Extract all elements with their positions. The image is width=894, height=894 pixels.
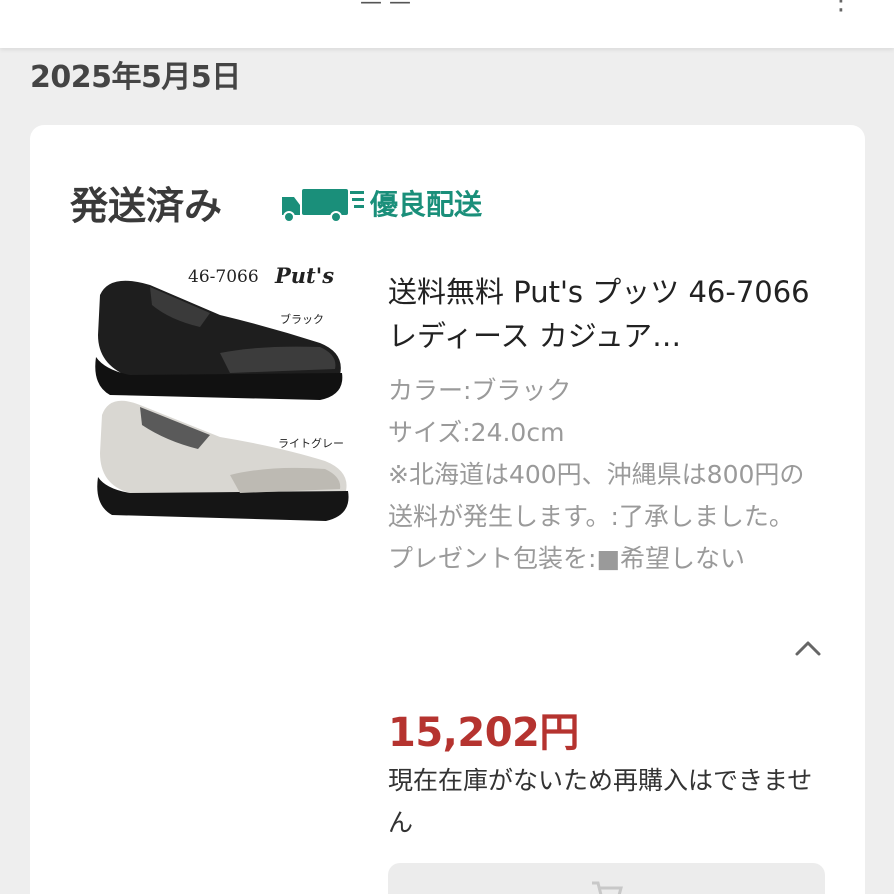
cart-icon (590, 879, 624, 894)
option-gift-wrap: プレゼント包装を:■希望しない (388, 544, 746, 573)
order-card: 発送済み 優良配送 46-7066 Put's ブラック ライトグレー 送料無料… (30, 125, 865, 894)
top-app-bar: — — ⋮ (0, 0, 894, 48)
product-price: 15,202円 (388, 710, 579, 756)
option-shipping-note: ※北海道は400円、沖縄県は800円の送料が発生します。:了承しました。 (388, 460, 805, 531)
delivery-badge: 優良配送 (280, 183, 482, 223)
image-color-black-label: ブラック (280, 313, 324, 326)
stock-note: 現在在庫がないため再購入はできません (388, 766, 813, 837)
top-bar-partial-text: — — (360, 0, 411, 15)
image-color-lightgray-label: ライトグレー (278, 437, 344, 450)
truck-icon (280, 183, 366, 223)
shipment-status: 発送済み (70, 184, 223, 228)
delivery-badge-label: 優良配送 (370, 188, 483, 221)
shoe-illustration (95, 280, 349, 521)
product-image[interactable]: 46-7066 Put's ブラック ライトグレー (70, 263, 360, 555)
option-size: サイズ:24.0cm (388, 418, 565, 447)
image-brand-label: Put's (275, 263, 335, 288)
order-date: 2025年5月5日 (30, 60, 241, 95)
product-options: カラー:ブラック サイズ:24.0cm ※北海道は400円、沖縄県は800円の送… (388, 370, 818, 580)
image-model-label: 46-7066 (188, 267, 259, 287)
product-title[interactable]: 送料無料 Put's プッツ 46-7066 レディース カジュア… (388, 270, 818, 358)
chevron-up-icon[interactable] (792, 633, 824, 665)
option-color: カラー:ブラック (388, 376, 572, 405)
product-info: 送料無料 Put's プッツ 46-7066 レディース カジュア… カラー:ブ… (388, 270, 818, 580)
more-icon[interactable]: ⋮ (828, 0, 854, 16)
repurchase-button[interactable] (388, 863, 825, 894)
